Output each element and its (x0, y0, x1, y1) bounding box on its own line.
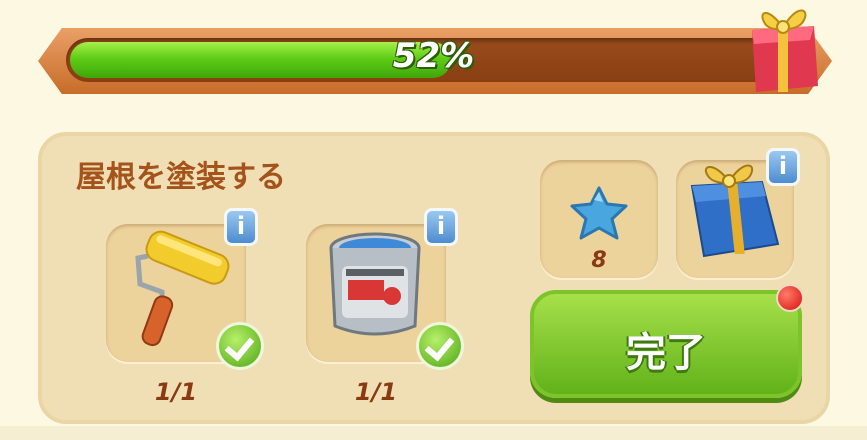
complete-button-label: 完了 (626, 330, 706, 376)
paint-roller-icon (135, 230, 230, 347)
progress-percent: 52% (392, 36, 475, 76)
info-button-paint-can[interactable]: i (424, 208, 458, 246)
item-count-roller: 1/1 (154, 378, 198, 406)
info-button-roller[interactable]: i (224, 208, 258, 246)
complete-button[interactable]: 完了 (530, 290, 802, 398)
task-title: 屋根を塗装する (76, 160, 286, 195)
item-count-paint-can: 1/1 (354, 378, 398, 406)
reward-star-amount: 8 (591, 248, 607, 273)
check-icon (416, 322, 464, 370)
paint-can-icon (329, 232, 421, 336)
notification-dot (776, 284, 804, 312)
blue-star-icon (570, 186, 628, 240)
check-icon (216, 322, 264, 370)
pink-gift-box-icon[interactable] (740, 0, 826, 96)
bottom-divider (0, 426, 867, 440)
info-button-gift[interactable]: i (766, 148, 800, 186)
